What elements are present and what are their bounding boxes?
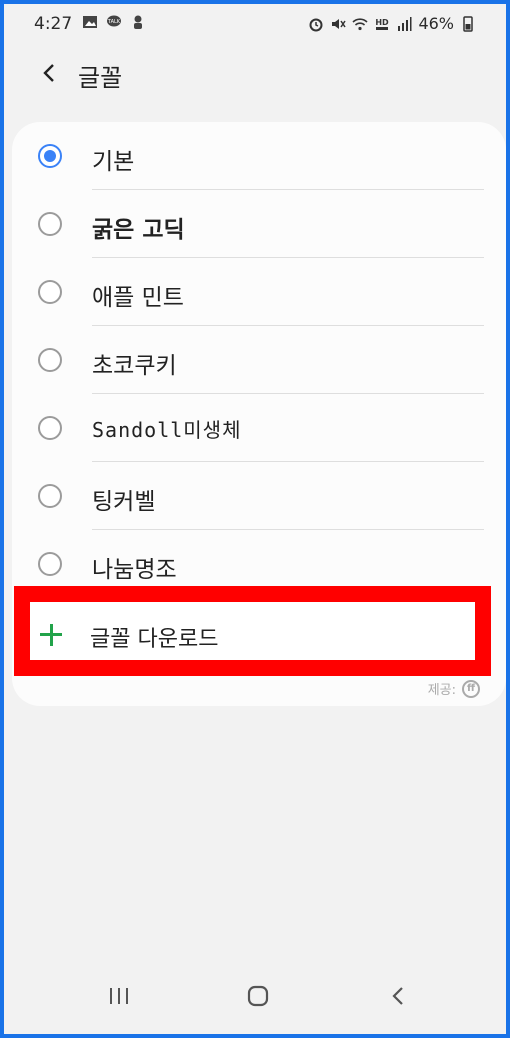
recents-button[interactable]: [101, 978, 137, 1014]
radio-button[interactable]: [38, 484, 62, 508]
screen-frame: 4:27 TALK HD 46% 글꼴 기본 굵은 고딕 애플 민트 초코쿠키 …: [0, 0, 510, 1038]
recents-icon: [110, 988, 128, 1004]
radio-button[interactable]: [38, 552, 62, 576]
font-option-label: 팅커벨: [92, 489, 156, 515]
mute-icon: [332, 18, 347, 29]
provider-credit: 제공: ff: [428, 679, 480, 698]
status-bar: 4:27 TALK HD 46%: [8, 8, 502, 40]
nav-back-button[interactable]: [380, 978, 416, 1014]
back-icon: [392, 987, 403, 1005]
font-option-default[interactable]: 기본: [12, 122, 506, 190]
font-option-label: 나눔명조: [92, 557, 177, 583]
gallery-icon: [83, 16, 97, 28]
battery-icon: [463, 15, 473, 32]
radio-button[interactable]: [38, 144, 62, 168]
app-bar: 글꼴: [8, 40, 502, 110]
signal-icon: [398, 16, 412, 31]
svg-text:HD: HD: [376, 18, 390, 27]
font-option-label: 초코쿠키: [92, 353, 177, 379]
svg-text:TALK: TALK: [107, 19, 121, 25]
radio-button[interactable]: [38, 280, 62, 304]
status-time: 4:27: [34, 14, 73, 34]
provider-label: 제공:: [427, 683, 456, 698]
radio-button[interactable]: [38, 348, 62, 372]
font-option-tinkerbell[interactable]: 팅커벨: [12, 462, 506, 530]
battery-percent: 46%: [418, 14, 454, 33]
radio-button[interactable]: [38, 416, 62, 440]
font-option-bold-gothic[interactable]: 굵은 고딕: [12, 190, 506, 258]
ff-icon: ff: [462, 679, 480, 698]
home-button[interactable]: [240, 978, 276, 1014]
font-download-label: 글꼴 다운로드: [90, 627, 219, 652]
font-option-label: Sandoll미생체: [92, 418, 242, 442]
font-option-apple-mint[interactable]: 애플 민트: [12, 258, 506, 326]
radio-button[interactable]: [38, 212, 62, 236]
page-title: 글꼴: [78, 64, 123, 92]
alarm-icon: [309, 18, 323, 31]
notification-icon: [134, 15, 142, 29]
status-right-icons: HD 46%: [308, 14, 476, 33]
font-option-choco-cookie[interactable]: 초코쿠키: [12, 326, 506, 394]
hd-voice-icon: HD: [376, 18, 390, 30]
back-button[interactable]: [34, 58, 64, 88]
kakaotalk-icon: TALK: [107, 15, 121, 27]
font-option-label: 애플 민트: [92, 285, 184, 311]
chevron-left-icon: [43, 64, 54, 82]
home-icon: [247, 985, 269, 1007]
wifi-icon: [352, 17, 368, 30]
navigation-bar: [8, 960, 502, 1030]
status-left-icons: TALK: [82, 14, 146, 30]
plus-icon: [40, 624, 62, 646]
download-highlight-box: [14, 586, 491, 676]
font-option-label: 굵은 고딕: [92, 217, 185, 243]
font-option-label: 기본: [92, 149, 135, 175]
font-option-sandoll[interactable]: Sandoll미생체: [12, 394, 506, 462]
